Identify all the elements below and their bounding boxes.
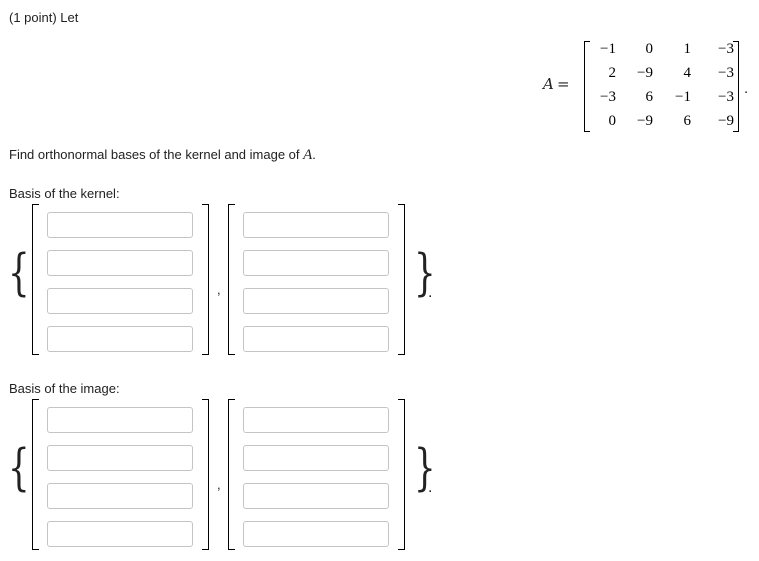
image-vector-2-entry-1-input[interactable]: [243, 407, 389, 433]
matrix-entry: −3: [718, 41, 734, 57]
vector-separator-comma: ,: [217, 477, 221, 492]
matrix-entry: 0: [645, 41, 654, 57]
question-math: A: [303, 147, 313, 163]
vector-right-bracket: [202, 204, 209, 355]
problem-header: (1 point) Let: [9, 10, 79, 25]
question-prefix: Find orthonormal bases of the kernel and…: [9, 147, 304, 162]
kernel-vector-2-entry-2-input[interactable]: [243, 250, 389, 276]
matrix-entry: −1: [675, 89, 691, 105]
image-vector-1-entry-2-input[interactable]: [47, 445, 193, 471]
kernel-vector-1-entry-1-input[interactable]: [47, 212, 193, 238]
vector-right-bracket: [398, 204, 405, 355]
kernel-vector-1-entry-3-input[interactable]: [47, 288, 193, 314]
matrix-entry: 4: [683, 65, 692, 81]
kernel-vector-2-entry-4-input[interactable]: [243, 326, 389, 352]
matrix-entry: 6: [683, 113, 692, 129]
image-basis-label: Basis of the image:: [9, 381, 120, 396]
image-vector-1-entry-3-input[interactable]: [47, 483, 193, 509]
kernel-vector-1-entry-4-input[interactable]: [47, 326, 193, 352]
image-vector-2-entry-2-input[interactable]: [243, 445, 389, 471]
equals-sign: =: [557, 75, 570, 93]
image-vector-2-entry-3-input[interactable]: [243, 483, 389, 509]
matrix-entry: −3: [718, 89, 734, 105]
vector-separator-comma: ,: [217, 282, 221, 297]
matrix-period: .: [744, 80, 749, 97]
matrix-entry: 2: [608, 65, 617, 81]
set-open-brace: {: [8, 244, 30, 303]
kernel-vector-2-entry-1-input[interactable]: [243, 212, 389, 238]
set-open-brace: {: [8, 439, 30, 498]
question-suffix: .: [312, 147, 316, 162]
image-vector-1-entry-1-input[interactable]: [47, 407, 193, 433]
vector-right-bracket: [202, 399, 209, 550]
matrix-entry: 0: [608, 113, 617, 129]
matrix-entry: −3: [600, 89, 616, 105]
matrix-entry: −9: [637, 65, 653, 81]
set-period: .: [428, 284, 433, 301]
matrix-entry: −1: [600, 41, 616, 57]
image-vector-1-entry-4-input[interactable]: [47, 521, 193, 547]
vector-left-bracket: [32, 399, 39, 550]
vector-left-bracket: [228, 399, 235, 550]
vector-right-bracket: [398, 399, 405, 550]
image-vector-2-entry-4-input[interactable]: [243, 521, 389, 547]
question-text: Find orthonormal bases of the kernel and…: [9, 147, 316, 164]
vector-left-bracket: [32, 204, 39, 355]
kernel-vector-1-entry-2-input[interactable]: [47, 250, 193, 276]
matrix-entry: 6: [645, 89, 654, 105]
vector-left-bracket: [228, 204, 235, 355]
matrix-name: A: [543, 75, 554, 93]
matrix-entry: 1: [683, 41, 692, 57]
matrix-entry: −9: [637, 113, 653, 129]
set-period: .: [428, 479, 433, 496]
kernel-vector-2-entry-3-input[interactable]: [243, 288, 389, 314]
matrix-entry: −3: [718, 65, 734, 81]
kernel-basis-label: Basis of the kernel:: [9, 186, 120, 201]
matrix-entry: −9: [718, 113, 734, 129]
